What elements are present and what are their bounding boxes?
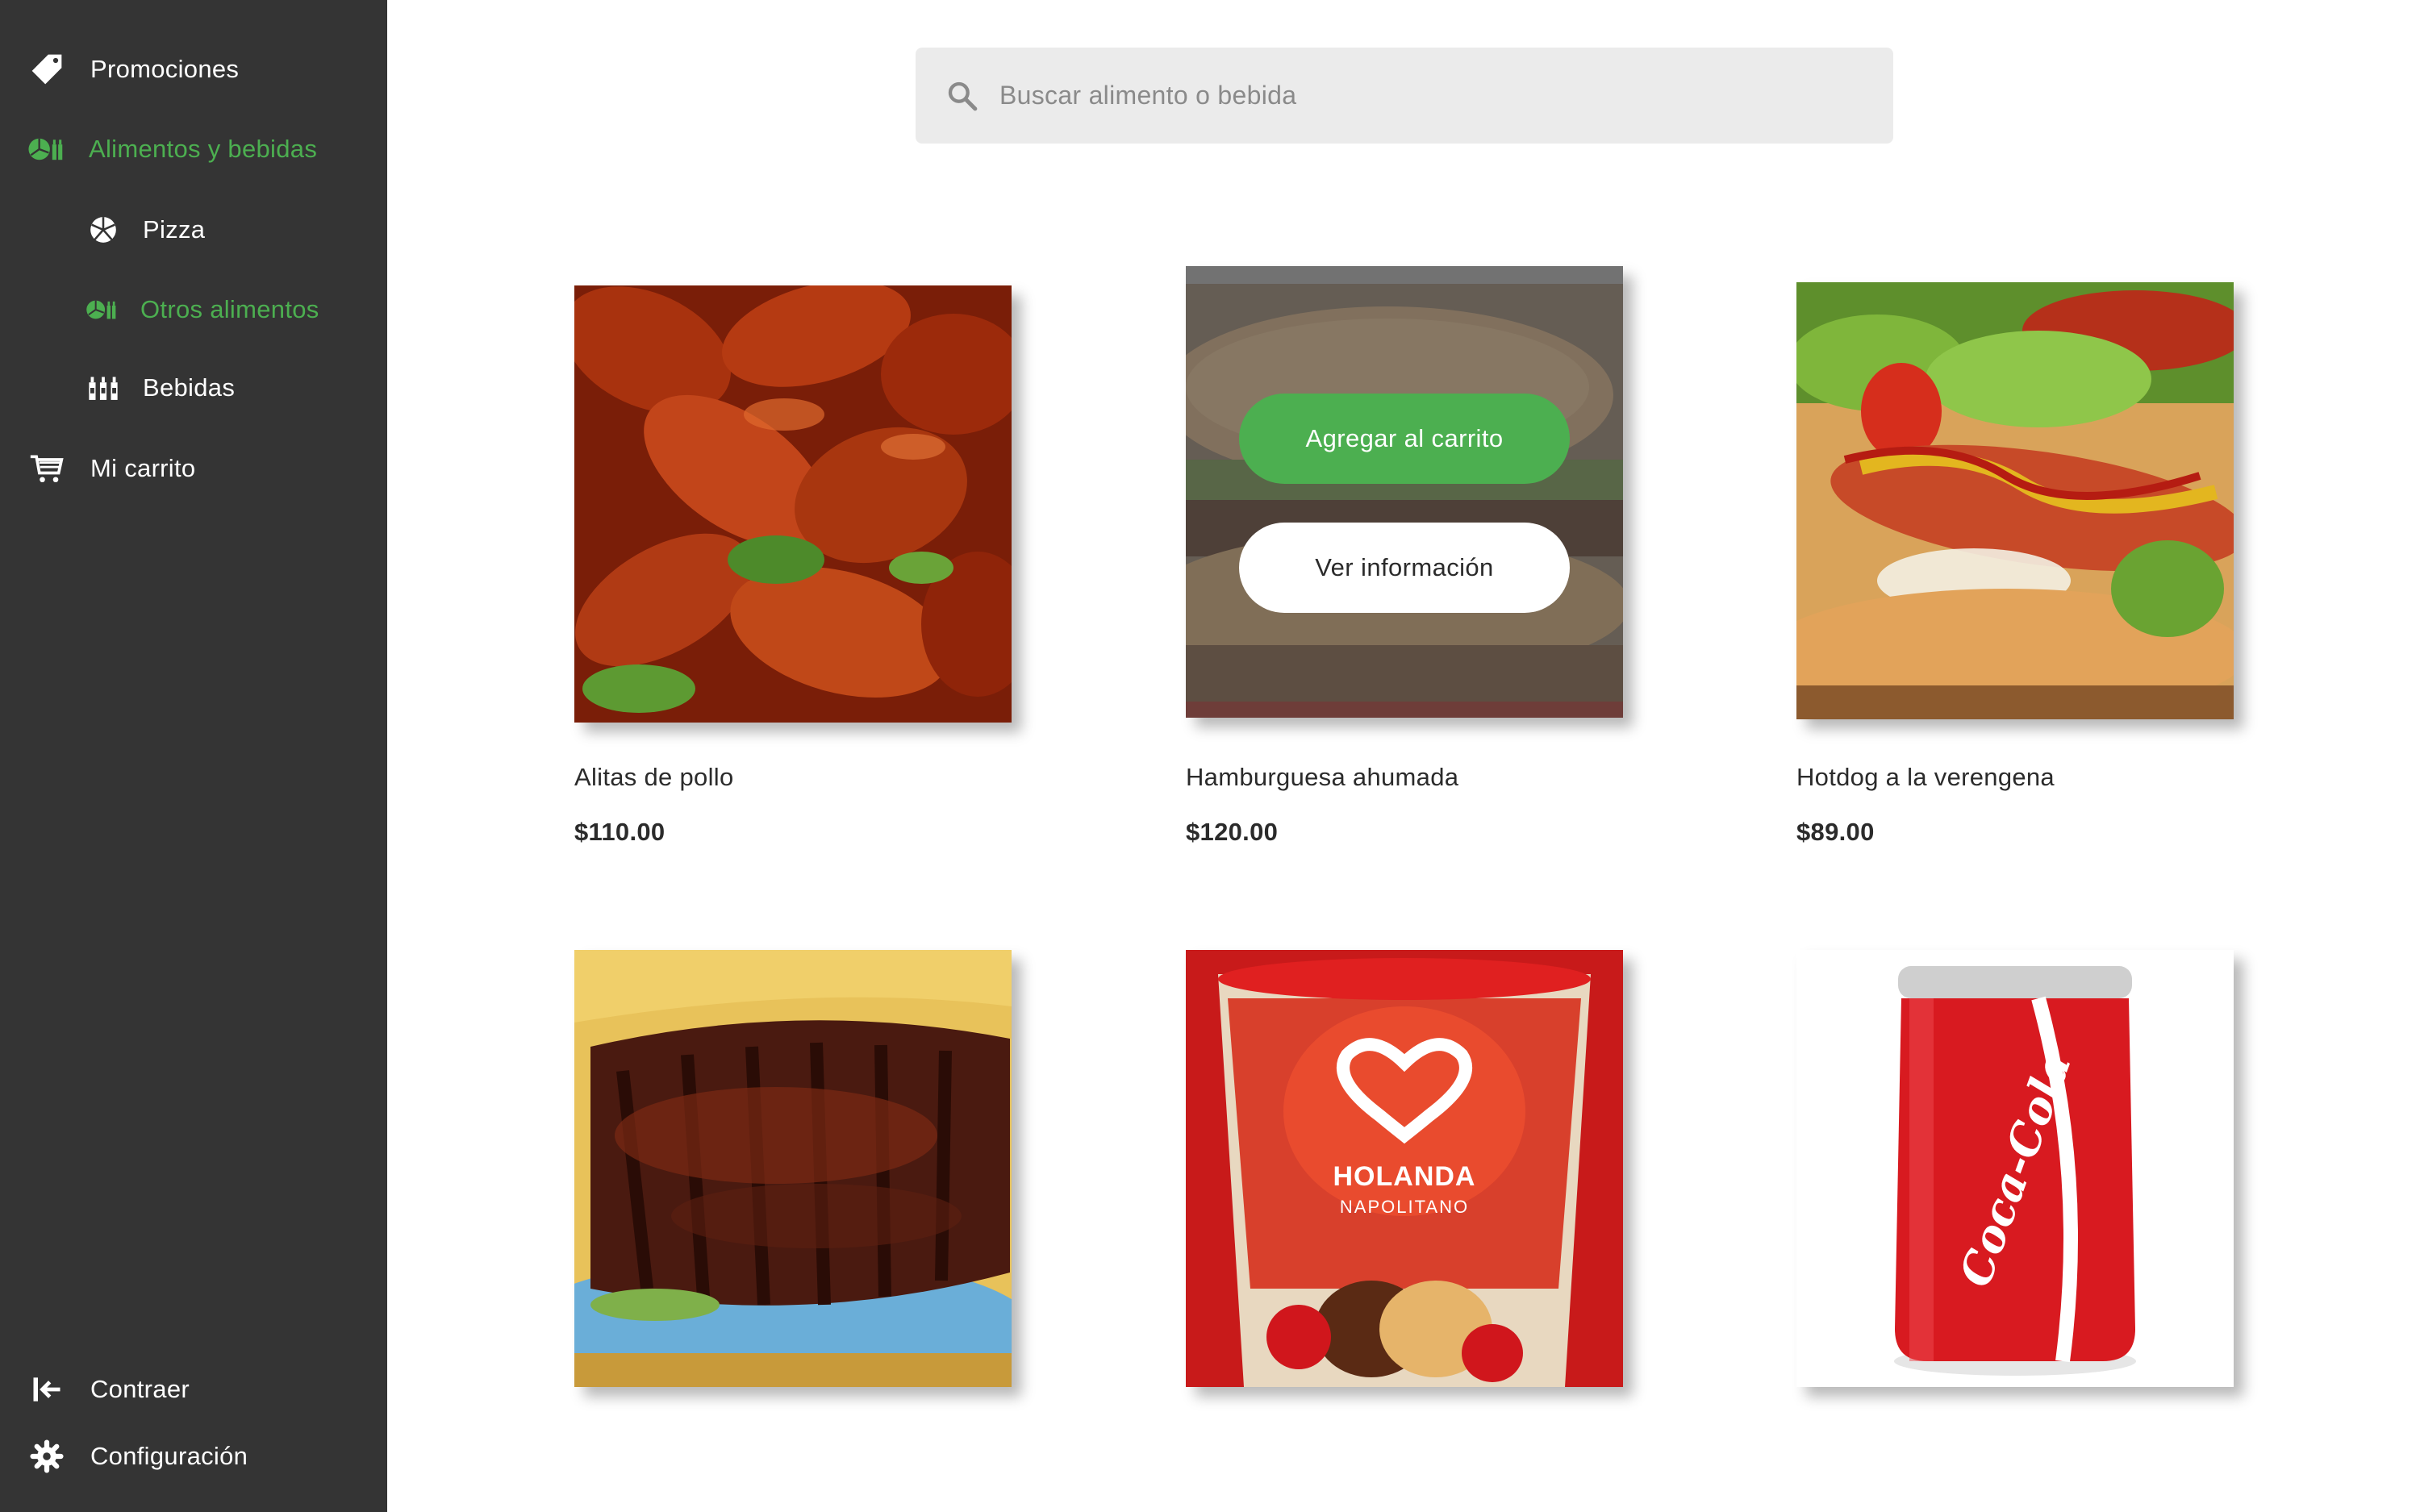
- product-price: $120.00: [1186, 818, 1279, 846]
- sidebar-item-label: Alimentos y bebidas: [89, 135, 318, 163]
- gear-icon: [27, 1437, 66, 1476]
- sidebar-item-label: Bebidas: [143, 373, 236, 402]
- product-image[interactable]: [574, 950, 1012, 1387]
- product-name: Hamburguesa ahumada: [1186, 763, 1459, 791]
- product-image[interactable]: Coca-Cola: [1796, 950, 2234, 1387]
- food-drink-icon: [26, 130, 65, 169]
- view-info-button[interactable]: Ver información: [1239, 523, 1570, 613]
- sidebar: Promociones Alimentos y bebidas Pizza Ot…: [0, 0, 387, 1512]
- pizza-icon: [86, 213, 120, 247]
- product-card-hamburguesa[interactable]: Agregar al carrito Ver información Hambu…: [1186, 266, 1623, 846]
- cart-icon: [27, 449, 66, 488]
- product-card-coca-cola[interactable]: Coca-Cola: [1796, 950, 2234, 1387]
- product-card-helado-holanda[interactable]: HOLANDA NAPOLITANO: [1186, 950, 1623, 1387]
- collapse-icon: [27, 1370, 66, 1409]
- product-card-alitas[interactable]: Alitas de pollo $110.00: [574, 285, 1012, 846]
- product-image[interactable]: Agregar al carrito Ver información: [1186, 266, 1623, 718]
- food-drink-icon: [84, 293, 118, 327]
- sidebar-item-label: Otros alimentos: [140, 295, 319, 323]
- search-input[interactable]: [999, 81, 1846, 110]
- sidebar-item-label: Pizza: [143, 215, 206, 244]
- sidebar-item-otros-alimentos[interactable]: Otros alimentos: [84, 293, 319, 327]
- tag-icon: [27, 50, 66, 89]
- product-price: $110.00: [574, 818, 666, 846]
- sidebar-item-label: Mi carrito: [90, 454, 196, 482]
- bottles-icon: [86, 371, 120, 405]
- search-bar: [916, 48, 1893, 144]
- holanda-flavor-text: NAPOLITANO: [1339, 1197, 1470, 1217]
- product-card-hotdog[interactable]: Hotdog a la verengena $89.00: [1796, 282, 2234, 846]
- search-icon[interactable]: [945, 78, 980, 114]
- sidebar-item-label: Configuración: [90, 1442, 248, 1470]
- sidebar-item-promociones[interactable]: Promociones: [27, 50, 239, 89]
- collapse-sidebar-button[interactable]: Contraer: [27, 1370, 190, 1409]
- sidebar-item-label: Promociones: [90, 55, 240, 83]
- sidebar-item-pizza[interactable]: Pizza: [86, 213, 205, 247]
- holanda-brand-text: HOLANDA: [1333, 1161, 1476, 1192]
- product-price: $89.00: [1796, 818, 1875, 846]
- sidebar-item-bebidas[interactable]: Bebidas: [86, 371, 235, 405]
- product-name: Alitas de pollo: [574, 763, 734, 791]
- settings-button[interactable]: Configuración: [27, 1437, 248, 1476]
- product-image[interactable]: [574, 285, 1012, 723]
- product-image[interactable]: HOLANDA NAPOLITANO: [1186, 950, 1623, 1387]
- add-to-cart-button[interactable]: Agregar al carrito: [1239, 394, 1570, 484]
- product-name: Hotdog a la verengena: [1796, 763, 2055, 791]
- product-card-costillas[interactable]: [574, 950, 1012, 1387]
- product-hover-overlay: [1186, 266, 1623, 718]
- sidebar-item-mi-carrito[interactable]: Mi carrito: [27, 449, 195, 488]
- sidebar-item-label: Contraer: [90, 1375, 190, 1403]
- sidebar-item-alimentos-y-bebidas[interactable]: Alimentos y bebidas: [26, 130, 317, 169]
- product-image[interactable]: [1796, 282, 2234, 719]
